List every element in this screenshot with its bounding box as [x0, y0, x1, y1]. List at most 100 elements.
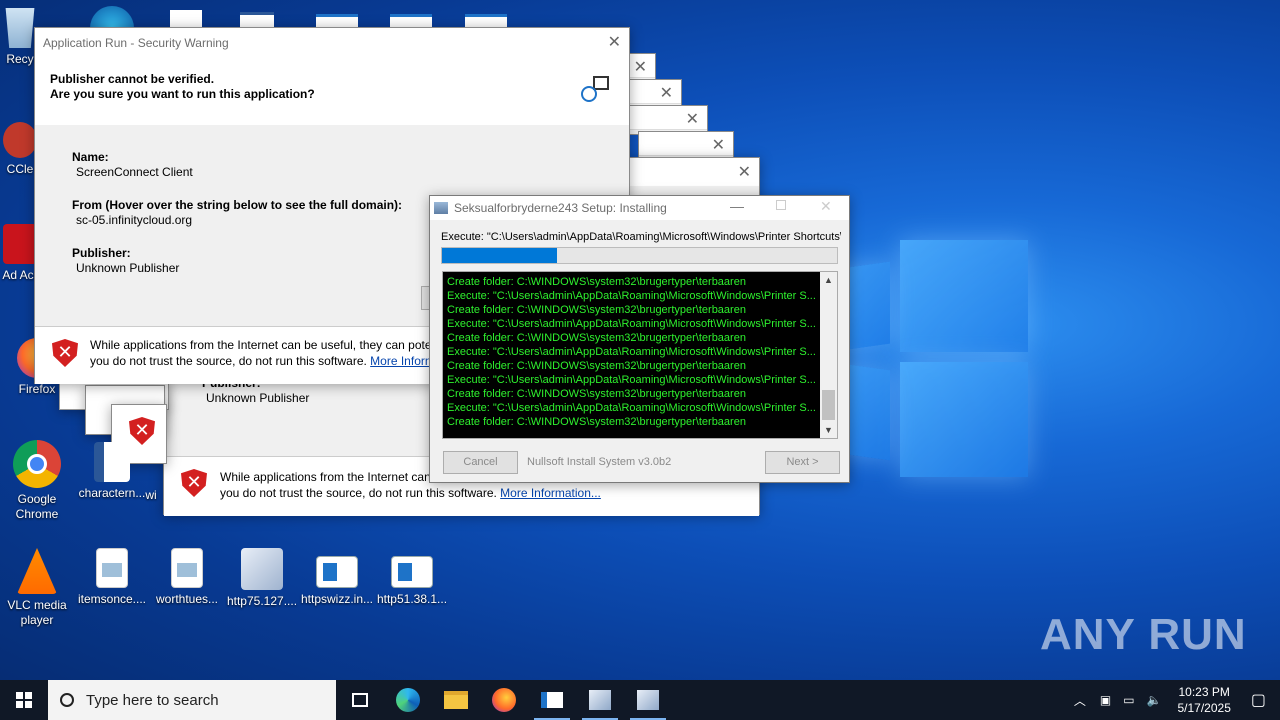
shield-icon: ✕ — [52, 339, 78, 367]
publisher-label: Publisher: — [72, 246, 131, 260]
desktop-icon-label: itemsonce.... — [77, 592, 147, 606]
desktop-icon-chrome[interactable]: Google Chrome — [0, 440, 74, 522]
back-more-info-link[interactable]: More Information... — [500, 486, 601, 500]
shield-icon: ✕ — [129, 417, 155, 445]
details-log[interactable]: Create folder: C:\WINDOWS\system32\bruge… — [442, 271, 838, 439]
desktop-icon-partial[interactable]: wi — [138, 488, 164, 503]
desktop-icon-vlc[interactable]: VLC media player — [0, 548, 74, 628]
watermark-text: ANY RUN — [1040, 610, 1247, 659]
log-line: Create folder: C:\WINDOWS\system32\bruge… — [447, 332, 746, 344]
taskbar-file-explorer[interactable] — [432, 680, 480, 720]
taskbar-installer-1[interactable] — [576, 680, 624, 720]
desktop-icon-label: worthtues... — [155, 592, 219, 606]
more-info-link[interactable]: More Inforn — [370, 354, 431, 368]
taskbar-installer-2[interactable] — [624, 680, 672, 720]
installer-status: Execute: "C:\Users\admin\AppData\Roaming… — [441, 231, 841, 243]
cancel-button[interactable]: Cancel — [443, 451, 518, 474]
image-file-icon — [171, 548, 203, 588]
display-icon[interactable]: ▭ — [1117, 693, 1140, 707]
desktop-icon-label: Google Chrome — [15, 492, 59, 521]
desktop-icon-itemsonce[interactable]: itemsonce.... — [74, 548, 150, 607]
task-view-button[interactable] — [336, 680, 384, 720]
nsis-installer-window[interactable]: Seksualforbryderne243 Setup: Installing … — [429, 195, 850, 483]
heading-publisher-unverified: Publisher cannot be verified. — [50, 72, 215, 86]
taskbar-app-window[interactable] — [528, 680, 576, 720]
scroll-thumb[interactable] — [822, 390, 835, 420]
top-icon-word — [240, 12, 274, 28]
installer-titlebar[interactable]: Seksualforbryderne243 Setup: Installing — [430, 196, 849, 220]
desktop-icon-label: http75.127.... — [226, 594, 298, 608]
warning-line2: you do not trust the source, do not run … — [90, 354, 367, 368]
log-line: Create folder: C:\WINDOWS\system32\bruge… — [447, 304, 746, 316]
start-button[interactable] — [0, 680, 48, 720]
maximize-button[interactable] — [776, 200, 786, 210]
from-value[interactable]: sc-05.infinitycloud.org — [76, 213, 192, 227]
close-icon[interactable]: ✕ — [738, 162, 751, 182]
shield-icon: ✕ — [181, 469, 207, 497]
scroll-up-icon[interactable]: ▲ — [820, 272, 837, 288]
log-line: Create folder: C:\WINDOWS\system32\bruge… — [447, 276, 746, 288]
notifications-icon[interactable]: ▢ — [1241, 690, 1280, 710]
top-icon-doc-1 — [170, 10, 202, 28]
desktop-icon-label: http51.38.1... — [376, 592, 448, 606]
installer-app-icon — [434, 202, 448, 214]
desktop-icon-label: charactern... — [78, 486, 146, 500]
taskbar-edge[interactable] — [384, 680, 432, 720]
log-line: Execute: "C:\Users\admin\AppData\Roaming… — [447, 318, 816, 330]
desktop-icon-label: CCle — [6, 162, 34, 176]
ccleaner-icon — [3, 122, 37, 158]
recycle-bin-icon — [5, 8, 35, 48]
desktop-icon-http75[interactable]: http75.127.... — [224, 548, 300, 609]
log-line: Execute: "C:\Users\admin\AppData\Roaming… — [447, 290, 816, 302]
desktop-icon-worthtues[interactable]: worthtues... — [149, 548, 225, 607]
log-line: Execute: "C:\Users\admin\AppData\Roaming… — [447, 346, 816, 358]
vlc-icon — [17, 548, 57, 594]
dialog-titlebar[interactable]: Application Run - Security Warning — [35, 28, 629, 58]
close-icon[interactable]: ✕ — [660, 83, 673, 103]
chevron-up-icon[interactable]: ︿ — [1066, 692, 1094, 709]
clock-time: 10:23 PM — [1178, 685, 1230, 699]
next-button[interactable]: Next > — [765, 451, 840, 474]
scroll-down-icon[interactable]: ▼ — [820, 422, 837, 438]
desktop-icon-http51[interactable]: http51.38.1... — [374, 548, 450, 607]
desktop-icon-label: Firefox — [18, 382, 56, 396]
nsis-brand: Nullsoft Install System v3.0b2 — [527, 456, 672, 468]
firefox-icon — [492, 688, 516, 712]
installer-title: Seksualforbryderne243 Setup: Installing — [454, 201, 667, 215]
search-box[interactable]: Type here to search — [48, 680, 336, 720]
acrobat-icon — [3, 224, 37, 264]
log-line: Execute: "C:\Users\admin\AppData\Roaming… — [447, 374, 816, 386]
desktop-icon-httpswizz[interactable]: httpswizz.in... — [299, 548, 375, 607]
back-warning-line2: you do not trust the source, do not run … — [220, 486, 497, 500]
progress-fill — [442, 248, 557, 263]
close-icon[interactable]: ✕ — [712, 135, 725, 155]
name-label: Name: — [72, 150, 109, 164]
desktop-icon-label: Recy — [6, 52, 34, 66]
taskbar-firefox[interactable] — [480, 680, 528, 720]
window-app-icon — [541, 692, 563, 708]
progress-bar — [441, 247, 838, 264]
publisher-value: Unknown Publisher — [76, 261, 180, 275]
heading-run-question: Are you sure you want to run this applic… — [50, 87, 315, 101]
minimize-button[interactable]: — — [730, 198, 744, 214]
chrome-icon — [13, 440, 61, 488]
folder-icon — [444, 691, 468, 709]
log-scrollbar[interactable]: ▲ ▼ — [820, 272, 837, 438]
image-file-icon — [96, 548, 128, 588]
network-icon[interactable]: ▣ — [1094, 693, 1117, 707]
log-line: Create folder: C:\WINDOWS\system32\bruge… — [447, 360, 746, 372]
edge-icon — [396, 688, 420, 712]
close-icon[interactable]: ✕ — [634, 57, 647, 77]
top-icon-win-3 — [465, 14, 507, 28]
volume-icon[interactable]: 🔈 — [1141, 693, 1168, 707]
mail-file-icon — [241, 548, 283, 590]
top-icon-win-2 — [390, 14, 432, 28]
from-label: From (Hover over the string below to see… — [72, 198, 403, 212]
clock[interactable]: 10:23 PM 5/17/2025 — [1167, 684, 1240, 716]
search-icon — [60, 693, 74, 707]
close-button[interactable]: ✕ — [608, 32, 621, 52]
close-icon[interactable]: ✕ — [686, 109, 699, 129]
dialog-header-band: Publisher cannot be verified. Are you su… — [35, 58, 629, 125]
close-button[interactable]: ✕ — [820, 198, 832, 215]
warning-line1: While applications from the Internet can… — [90, 338, 432, 352]
